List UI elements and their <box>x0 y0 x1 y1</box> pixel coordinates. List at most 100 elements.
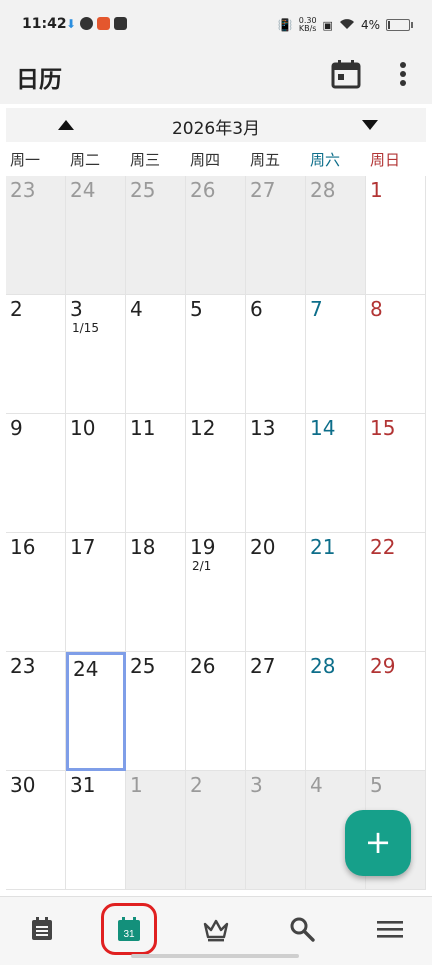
next-month-button[interactable] <box>358 114 382 136</box>
nav-menu-button[interactable] <box>367 909 411 949</box>
day-cell[interactable]: 28 <box>306 176 366 295</box>
day-number: 27 <box>250 654 276 678</box>
weekday-label-sunday: 周日 <box>370 151 401 169</box>
triangle-down-icon <box>362 120 378 130</box>
day-cell[interactable]: 21 <box>306 533 366 652</box>
day-cell[interactable]: 20 <box>246 533 306 652</box>
day-cell[interactable]: 26 <box>186 176 246 295</box>
day-cell[interactable]: 10 <box>66 414 126 533</box>
day-cell[interactable]: 3 <box>246 771 306 890</box>
day-cell[interactable]: 11 <box>126 414 186 533</box>
day-cell[interactable]: 8 <box>366 295 426 414</box>
day-cell[interactable]: 24 <box>66 176 126 295</box>
weekday-label: 周一 <box>10 151 41 169</box>
day-number: 11 <box>130 416 156 440</box>
day-cell[interactable]: 6 <box>246 295 306 414</box>
day-cell[interactable]: 23 <box>6 176 66 295</box>
day-number: 3 <box>70 297 83 321</box>
day-number: 12 <box>190 416 216 440</box>
day-number: 10 <box>70 416 96 440</box>
day-cell[interactable]: 27 <box>246 176 306 295</box>
day-number: 18 <box>130 535 156 559</box>
day-cell[interactable]: 28 <box>306 652 366 771</box>
day-cell[interactable]: 2 <box>6 295 66 414</box>
day-number: 31 <box>70 773 96 797</box>
day-cell[interactable]: 27 <box>246 652 306 771</box>
day-number: 23 <box>10 654 36 678</box>
status-bar: 11:42 ⬇ 📳 0.30 KB/s ▣ 4% <box>0 0 432 48</box>
day-number: 28 <box>310 654 336 678</box>
calendar-icon: 31 <box>118 917 140 941</box>
weekday-label: 周四 <box>190 151 221 169</box>
day-number: 21 <box>310 535 336 559</box>
day-number: 8 <box>370 297 383 321</box>
day-cell[interactable]: 19 2/1 <box>186 533 246 652</box>
lunar-date: 1/15 <box>72 321 99 335</box>
more-vert-icon <box>400 62 406 86</box>
battery-percent: 4% <box>360 18 380 32</box>
search-icon <box>290 917 315 942</box>
nav-search-button[interactable] <box>280 909 324 949</box>
day-cell[interactable]: 3 1/15 <box>66 295 126 414</box>
day-cell[interactable]: 22 <box>366 533 426 652</box>
day-cell[interactable]: 2 <box>186 771 246 890</box>
day-number: 5 <box>190 297 203 321</box>
day-number: 2 <box>10 297 23 321</box>
day-cell[interactable]: 12 <box>186 414 246 533</box>
day-number: 3 <box>250 773 263 797</box>
add-event-button[interactable]: + <box>345 810 411 876</box>
day-cell[interactable]: 31 <box>66 771 126 890</box>
day-number: 1 <box>130 773 143 797</box>
day-cell-selected[interactable]: 24 <box>66 652 126 771</box>
day-cell[interactable]: 7 <box>306 295 366 414</box>
day-number: 28 <box>310 178 336 202</box>
day-number: 1 <box>370 178 383 202</box>
day-cell[interactable]: 25 <box>126 176 186 295</box>
day-cell[interactable]: 17 <box>66 533 126 652</box>
day-cell[interactable]: 4 <box>126 295 186 414</box>
nav-notes-button[interactable] <box>20 909 64 949</box>
day-cell[interactable]: 1 <box>126 771 186 890</box>
more-options-button[interactable] <box>388 58 418 90</box>
day-number: 20 <box>250 535 276 559</box>
day-cell[interactable]: 5 <box>186 295 246 414</box>
today-button[interactable] <box>330 58 362 90</box>
day-cell[interactable]: 1 <box>366 176 426 295</box>
day-cell[interactable]: 16 <box>6 533 66 652</box>
day-number: 19 <box>190 535 216 559</box>
lunar-date: 2/1 <box>192 559 212 573</box>
home-indicator <box>131 954 299 958</box>
status-notification-icons: ⬇ <box>66 17 128 31</box>
plus-icon: + <box>364 823 392 861</box>
day-cell[interactable]: 26 <box>186 652 246 771</box>
nav-calendar-button[interactable]: 31 <box>101 903 157 955</box>
day-number: 24 <box>73 657 99 681</box>
message-notification-icon <box>114 17 128 30</box>
day-cell[interactable]: 23 <box>6 652 66 771</box>
day-number: 6 <box>250 297 263 321</box>
day-number: 22 <box>370 535 396 559</box>
vibrate-icon: 📳 <box>277 18 293 32</box>
wifi-icon <box>339 18 355 33</box>
app-bar: 日历 <box>0 48 432 104</box>
day-cell[interactable]: 9 <box>6 414 66 533</box>
calendar-icon-day: 31 <box>123 929 135 940</box>
day-cell[interactable]: 30 <box>6 771 66 890</box>
day-number: 26 <box>190 654 216 678</box>
menu-icon <box>377 921 403 938</box>
day-number: 5 <box>370 773 383 797</box>
day-number: 7 <box>310 297 323 321</box>
nav-premium-button[interactable] <box>194 909 238 949</box>
day-cell[interactable]: 29 <box>366 652 426 771</box>
day-cell[interactable]: 13 <box>246 414 306 533</box>
download-icon: ⬇ <box>66 17 77 31</box>
weekday-header: 周一 周二 周三 周四 周五 周六 周日 <box>0 146 432 174</box>
day-cell[interactable]: 14 <box>306 414 366 533</box>
day-cell[interactable]: 18 <box>126 533 186 652</box>
day-number: 23 <box>10 178 36 202</box>
weekday-label: 周五 <box>250 151 281 169</box>
day-cell[interactable]: 25 <box>126 652 186 771</box>
battery-icon <box>386 19 413 31</box>
day-cell[interactable]: 15 <box>366 414 426 533</box>
crown-icon <box>203 919 229 942</box>
